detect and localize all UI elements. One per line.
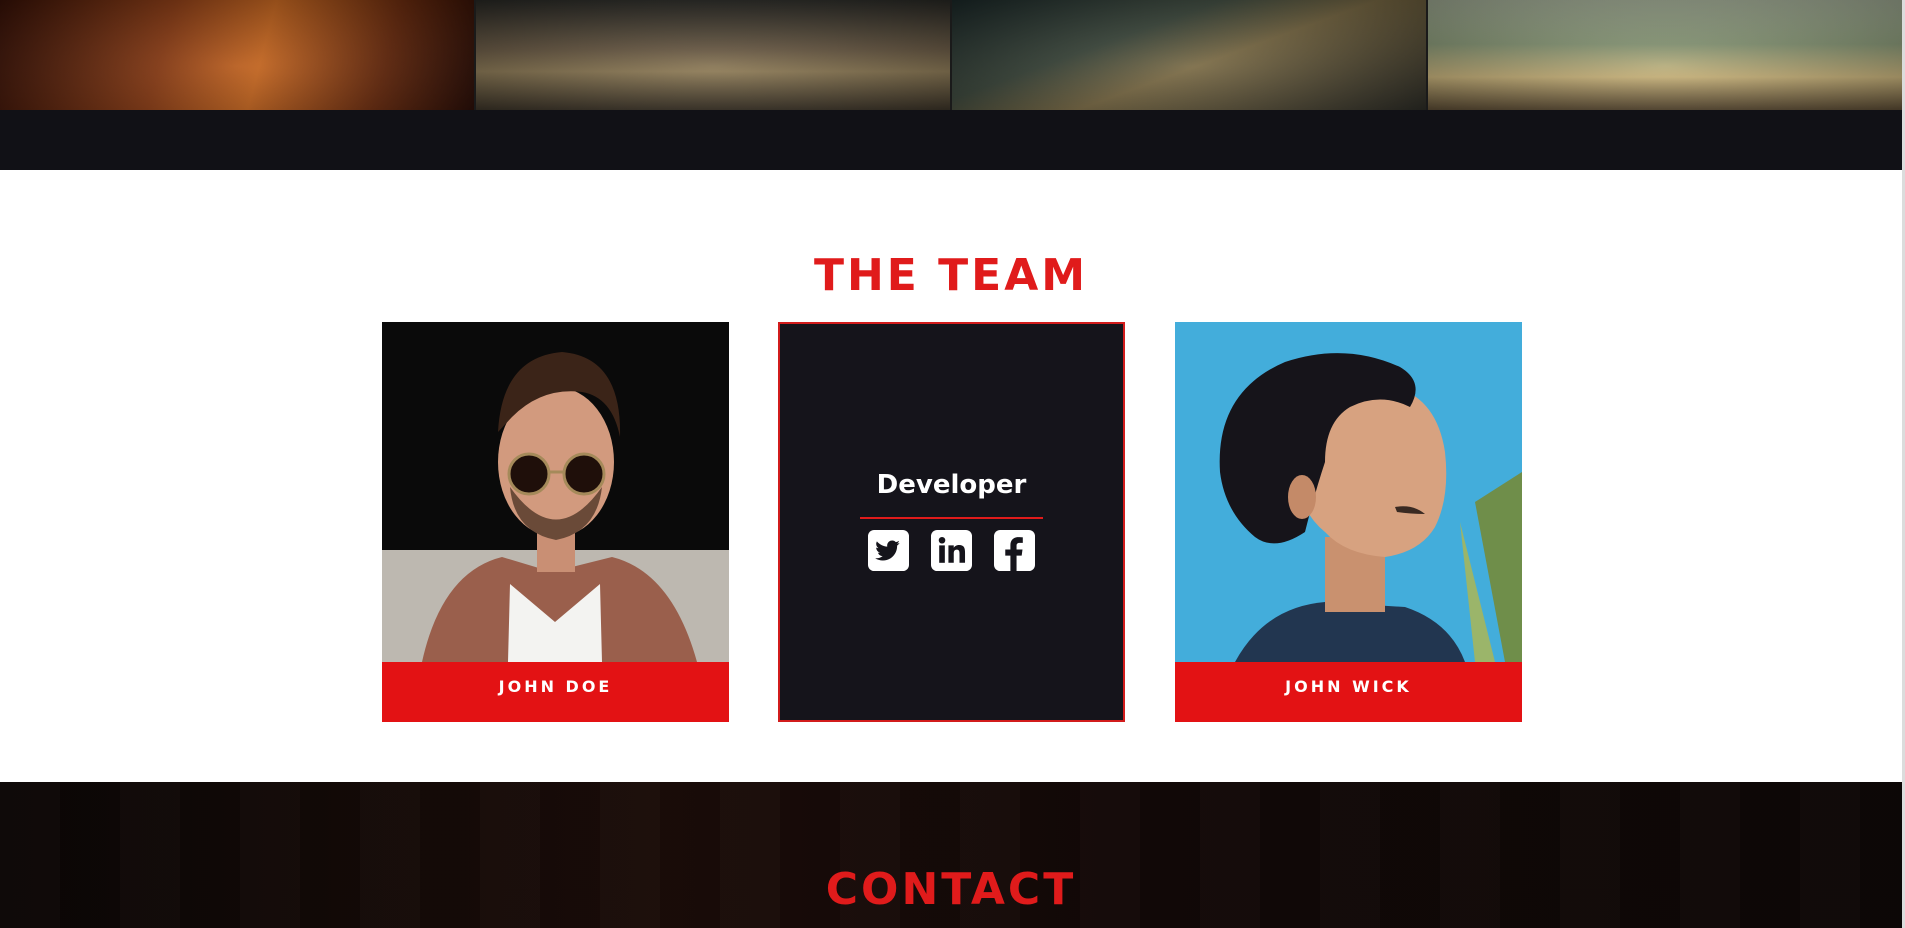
team-card-john-doe[interactable]: JOHN DOE <box>382 322 729 722</box>
gallery-image-2[interactable] <box>474 0 950 110</box>
team-card-developer[interactable]: Developer <box>778 322 1125 722</box>
portrait-illustration <box>1175 322 1522 662</box>
role-divider <box>860 517 1043 519</box>
team-member-photo <box>1175 322 1522 662</box>
contact-section: CONTACT <box>0 782 1902 928</box>
team-member-photo <box>382 322 729 662</box>
gallery-image-1[interactable] <box>0 0 474 110</box>
portrait-illustration <box>382 322 729 662</box>
contact-section-title: CONTACT <box>825 864 1077 915</box>
gallery-strip <box>0 0 1902 110</box>
team-member-name: JOHN WICK <box>1175 662 1522 722</box>
team-section-title: THE TEAM <box>813 250 1089 301</box>
team-card-john-wick[interactable]: JOHN WICK <box>1175 322 1522 722</box>
gallery-image-3[interactable] <box>950 0 1426 110</box>
dark-divider-band <box>0 110 1902 170</box>
team-member-role: Developer <box>876 470 1027 500</box>
twitter-icon[interactable] <box>868 530 909 571</box>
gallery-image-4[interactable] <box>1426 0 1902 110</box>
team-member-name: JOHN DOE <box>382 662 729 722</box>
facebook-icon[interactable] <box>994 530 1035 571</box>
linkedin-icon[interactable] <box>931 530 972 571</box>
page: THE TEAM JOHN DOE Developer JOHN WICK CO… <box>0 0 1905 928</box>
social-links <box>780 530 1123 571</box>
